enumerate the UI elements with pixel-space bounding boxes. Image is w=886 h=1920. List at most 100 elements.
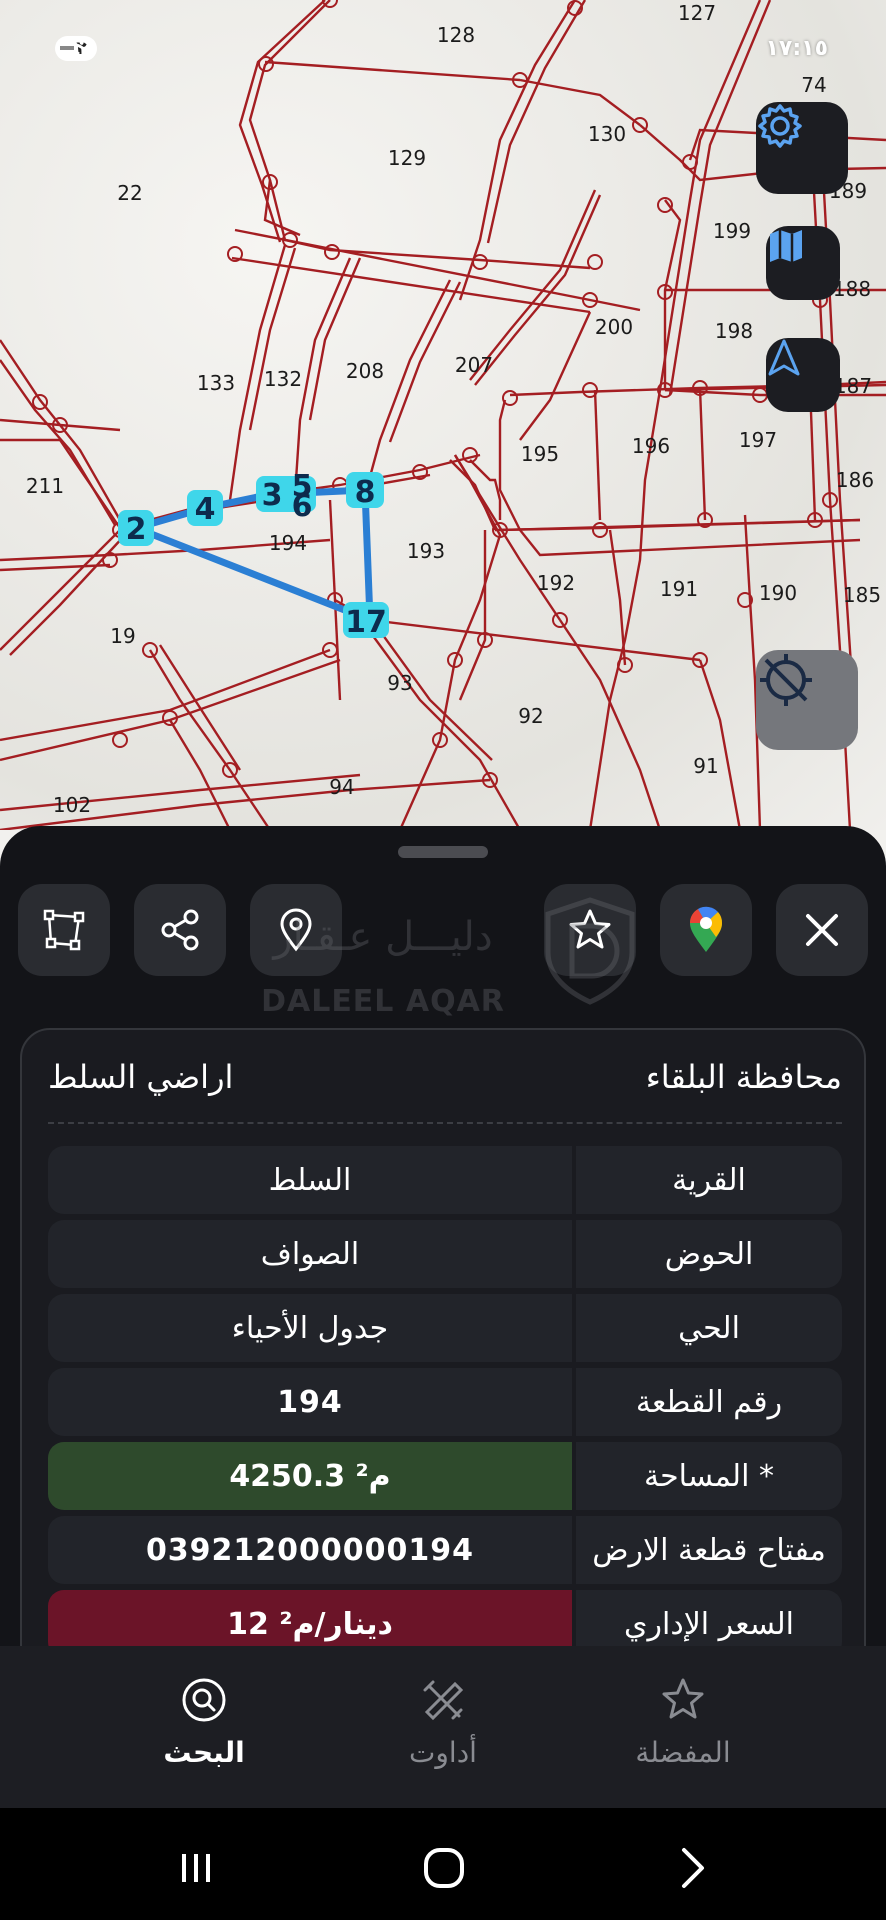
north-arrow-icon <box>768 339 800 376</box>
village-value: السلط <box>48 1146 572 1214</box>
draw-polygon-button[interactable] <box>18 884 110 976</box>
nav-tools[interactable]: أداوت <box>343 1676 543 1776</box>
search-icon <box>182 1678 226 1722</box>
back-button[interactable] <box>662 1838 722 1898</box>
parcel-label-194: 194 <box>269 531 307 555</box>
map-canvas[interactable]: 1281277413012922 189199188200 198187133 132… <box>0 0 886 830</box>
parcel-label-91: 91 <box>693 754 718 778</box>
parcel-label-211: 211 <box>26 474 64 498</box>
parcel-label-129: 129 <box>388 146 426 170</box>
share-icon <box>161 909 199 951</box>
parcel-label-208: 208 <box>346 359 384 383</box>
my-location-button[interactable] <box>756 650 858 750</box>
parcel-label-92: 92 <box>518 704 543 728</box>
basin-label: الحوض <box>576 1220 842 1288</box>
parcel-label-190: 190 <box>759 581 797 605</box>
parcel-label-191: 191 <box>660 577 698 601</box>
gear-icon <box>758 104 802 148</box>
nav-search-label: البحث <box>163 1736 245 1769</box>
back-icon <box>682 1848 704 1888</box>
row-area: 4250.3 م² المساحة * <box>48 1442 842 1510</box>
parcel-number-value: 194 <box>48 1368 572 1436</box>
parcel-label-19: 19 <box>110 624 135 648</box>
parcel-label-200: 200 <box>595 315 633 339</box>
parcel-label-207: 207 <box>455 353 493 377</box>
parcel-label-127: 127 <box>678 1 716 25</box>
parcel-number-label: رقم القطعة <box>576 1368 842 1436</box>
land-key-label: مفتاح قطعة الارض <box>576 1516 842 1584</box>
status-clock: ١٧:١٥ <box>765 36 828 61</box>
settings-button[interactable] <box>756 102 848 194</box>
polygon-icon <box>43 909 85 951</box>
nav-favorites-label: المفضلة <box>635 1736 731 1769</box>
home-button[interactable] <box>414 1838 474 1898</box>
sheet-drag-handle[interactable] <box>398 846 488 858</box>
nav-tools-label: أداوت <box>409 1736 477 1769</box>
map-icon <box>770 230 802 262</box>
parcel-label-185: 185 <box>843 583 881 607</box>
nav-favorites[interactable]: المفضلة <box>583 1676 783 1776</box>
close-button[interactable] <box>776 884 868 976</box>
parcel-label-130: 130 <box>588 122 626 146</box>
google-maps-icon <box>689 906 723 952</box>
row-land-key: 039212000000194 مفتاح قطعة الارض <box>48 1516 842 1584</box>
vertex-label-3: 3 <box>262 478 283 513</box>
parcel-label-74: 74 <box>801 73 826 97</box>
row-parcel-number: 194 رقم القطعة <box>48 1368 842 1436</box>
neighborhood-value: جدول الأحياء <box>48 1294 572 1362</box>
google-maps-button[interactable] <box>660 884 752 976</box>
neighborhood-label: الحي <box>576 1294 842 1362</box>
tools-icon <box>423 1680 464 1721</box>
header-divider <box>48 1122 842 1124</box>
land-key-value: 039212000000194 <box>48 1516 572 1584</box>
vertex-label-4: 4 <box>195 492 216 527</box>
map-layers-button[interactable] <box>766 226 840 300</box>
parcel-label-197: 197 <box>739 428 777 452</box>
row-basin: الصواف الحوض <box>48 1220 842 1288</box>
star-icon <box>662 1678 704 1719</box>
status-bar: ٧٢ ١٧:١٥ <box>0 30 886 70</box>
status-left-icons: ٧٢ <box>55 36 97 61</box>
parcel-label-94: 94 <box>329 775 354 799</box>
parcel-label-198: 198 <box>715 319 753 343</box>
governorate-title: محافظة البلقاء <box>645 1058 842 1096</box>
share-button[interactable] <box>134 884 226 976</box>
parcel-label-186: 186 <box>836 468 874 492</box>
parcel-number-labels: 1281277413012922 189199188200 198187133 132… <box>26 1 881 817</box>
village-label: القرية <box>576 1146 842 1214</box>
parcel-label-193: 193 <box>407 539 445 563</box>
parcel-label-102: 102 <box>53 793 91 817</box>
row-neighborhood: جدول الأحياء الحي <box>48 1294 842 1362</box>
parcel-label-93: 93 <box>387 671 412 695</box>
parcel-info-card: اراضي السلط محافظة البلقاء السلط القرية … <box>20 1028 866 1688</box>
area-label: المساحة * <box>576 1442 842 1510</box>
vertex-label-6: 6 <box>292 489 313 524</box>
lands-title: اراضي السلط <box>48 1058 234 1096</box>
nav-search[interactable]: البحث <box>104 1676 304 1776</box>
system-navigation-bar <box>0 1808 886 1920</box>
vertex-label-2: 2 <box>126 512 147 547</box>
home-icon <box>424 1848 464 1888</box>
location-pin-icon <box>280 908 312 952</box>
vertex-label-8: 8 <box>355 475 376 510</box>
parcel-label-132: 132 <box>264 367 302 391</box>
parcel-label-199: 199 <box>713 219 751 243</box>
row-village: السلط القرية <box>48 1146 842 1214</box>
vertex-label-17: 17 <box>345 605 387 640</box>
dnd-icon <box>56 37 78 59</box>
recents-icon <box>182 1854 210 1882</box>
location-off-icon <box>760 654 812 706</box>
parcel-label-195: 195 <box>521 442 559 466</box>
parcel-label-192: 192 <box>537 571 575 595</box>
close-icon <box>806 914 838 946</box>
north-button[interactable] <box>766 338 840 412</box>
parcel-label-133: 133 <box>197 371 235 395</box>
cadastral-map[interactable]: 128 127 74 130 129 22 189 199 188 200 198 187 133 132… <box>0 0 886 830</box>
favorite-button[interactable] <box>544 884 636 976</box>
parcel-label-22: 22 <box>117 181 142 205</box>
recents-button[interactable] <box>166 1838 226 1898</box>
location-pin-button[interactable] <box>250 884 342 976</box>
basin-value: الصواف <box>48 1220 572 1288</box>
card-header: اراضي السلط محافظة البلقاء <box>22 1030 864 1122</box>
parcel-boundaries <box>0 0 886 830</box>
